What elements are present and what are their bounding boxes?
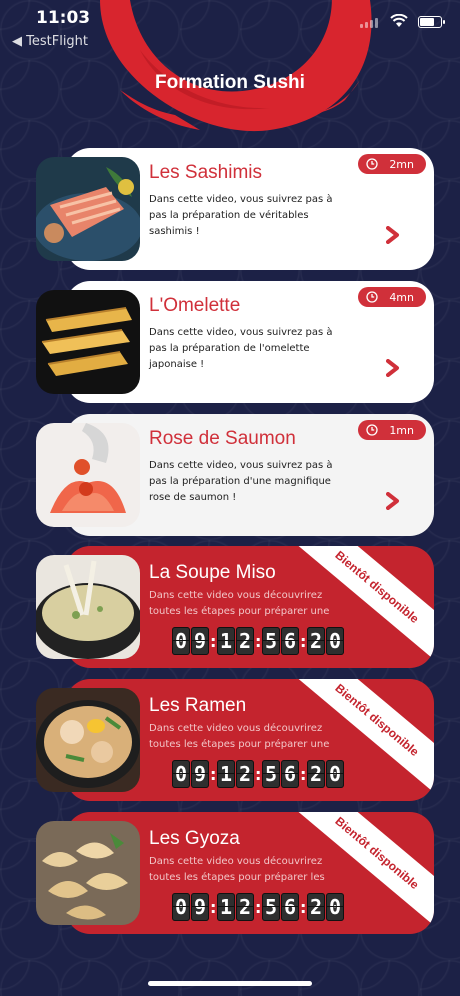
wifi-icon (390, 14, 408, 27)
countdown-separator: : (300, 631, 307, 651)
countdown-digit: 0 (326, 760, 344, 788)
ramen-photo (36, 688, 140, 792)
card-title: Les Sashimis (149, 162, 262, 183)
countdown-digit: 2 (307, 760, 325, 788)
card-title: Les Ramen (149, 695, 247, 716)
countdown-digit: 2 (236, 760, 254, 788)
card-description: Dans cette video, vous suivrez pas à pas… (149, 327, 333, 370)
duration-badge: 1mn (358, 420, 426, 440)
miso-soup-photo (36, 555, 140, 659)
countdown-digit: 9 (191, 627, 209, 655)
countdown-digit: 5 (262, 893, 280, 921)
upcoming-card-soupe-miso: Bientôt disponible La Soupe Miso Dans ce… (36, 546, 434, 668)
countdown-digit: 0 (172, 893, 190, 921)
duration-badge: 2mn (358, 154, 426, 174)
countdown-separator: : (210, 764, 217, 784)
clock-icon (366, 158, 378, 170)
countdown-separator: : (300, 764, 307, 784)
countdown-separator: : (255, 764, 262, 784)
chevron-right-icon[interactable] (386, 359, 400, 377)
countdown-digit: 6 (281, 893, 299, 921)
cellular-signal-icon (360, 18, 378, 28)
upcoming-card-ramen: Bientôt disponible Les Ramen Dans cette … (36, 679, 434, 801)
card-title: La Soupe Miso (149, 562, 276, 583)
countdown-digit: 1 (217, 893, 235, 921)
countdown-separator: : (255, 631, 262, 651)
card-description: Dans cette video, vous suivrez pas à pas… (149, 194, 333, 237)
card-description: Dans cette video vous découvrirez toutes… (149, 856, 325, 883)
countdown-timer: 0 9 : 1 2 : 5 6 : 2 0 (172, 893, 344, 921)
card-description: Dans cette video, vous suivrez pas à pas… (149, 460, 333, 503)
gyoza-photo (36, 821, 140, 925)
duration-badge: 4mn (358, 287, 426, 307)
salmon-rose-photo (36, 423, 140, 527)
clock-icon (366, 424, 378, 436)
upcoming-card-gyoza: Bientôt disponible Les Gyoza Dans cette … (36, 812, 434, 934)
countdown-timer: 0 9 : 1 2 : 5 6 : 2 0 (172, 760, 344, 788)
chevron-right-icon[interactable] (386, 226, 400, 244)
card-title: L'Omelette (149, 295, 241, 316)
back-to-testflight-link[interactable]: ◀ TestFlight (12, 34, 88, 49)
countdown-digit: 1 (217, 627, 235, 655)
battery-icon (418, 16, 445, 28)
status-bar: 11:03 ◀ TestFlight (0, 0, 460, 56)
card-title: Les Gyoza (149, 828, 240, 849)
countdown-digit: 2 (236, 893, 254, 921)
sashimi-photo (36, 157, 140, 261)
countdown-digit: 2 (307, 627, 325, 655)
card-description: Dans cette video vous découvrirez toutes… (149, 723, 330, 750)
chevron-right-icon[interactable] (386, 492, 400, 510)
countdown-digit: 6 (281, 627, 299, 655)
video-card-rose-de-saumon[interactable]: Rose de Saumon Dans cette video, vous su… (36, 414, 434, 536)
omelette-photo (36, 290, 140, 394)
countdown-digit: 0 (326, 627, 344, 655)
card-title: Rose de Saumon (149, 428, 296, 449)
duration-label: 1mn (389, 423, 414, 437)
countdown-digit: 5 (262, 760, 280, 788)
countdown-digit: 1 (217, 760, 235, 788)
countdown-digit: 9 (191, 893, 209, 921)
card-description: Dans cette video vous découvrirez toutes… (149, 590, 330, 617)
countdown-separator: : (300, 897, 307, 917)
countdown-separator: : (210, 631, 217, 651)
page-title: Formation Sushi (155, 72, 305, 93)
video-card-sashimis[interactable]: Les Sashimis Dans cette video, vous suiv… (36, 148, 434, 270)
video-card-omelette[interactable]: L'Omelette Dans cette video, vous suivre… (36, 281, 434, 403)
countdown-digit: 9 (191, 760, 209, 788)
countdown-digit: 0 (172, 760, 190, 788)
countdown-digit: 0 (326, 893, 344, 921)
clock-icon (366, 291, 378, 303)
countdown-digit: 6 (281, 760, 299, 788)
home-indicator[interactable] (148, 981, 312, 986)
status-time: 11:03 (36, 8, 91, 28)
countdown-digit: 5 (262, 627, 280, 655)
countdown-digit: 2 (307, 893, 325, 921)
countdown-digit: 2 (236, 627, 254, 655)
duration-label: 4mn (389, 290, 414, 304)
countdown-digit: 0 (172, 627, 190, 655)
countdown-timer: 0 9 : 1 2 : 5 6 : 2 0 (172, 627, 344, 655)
countdown-separator: : (210, 897, 217, 917)
duration-label: 2mn (389, 157, 414, 171)
countdown-separator: : (255, 897, 262, 917)
